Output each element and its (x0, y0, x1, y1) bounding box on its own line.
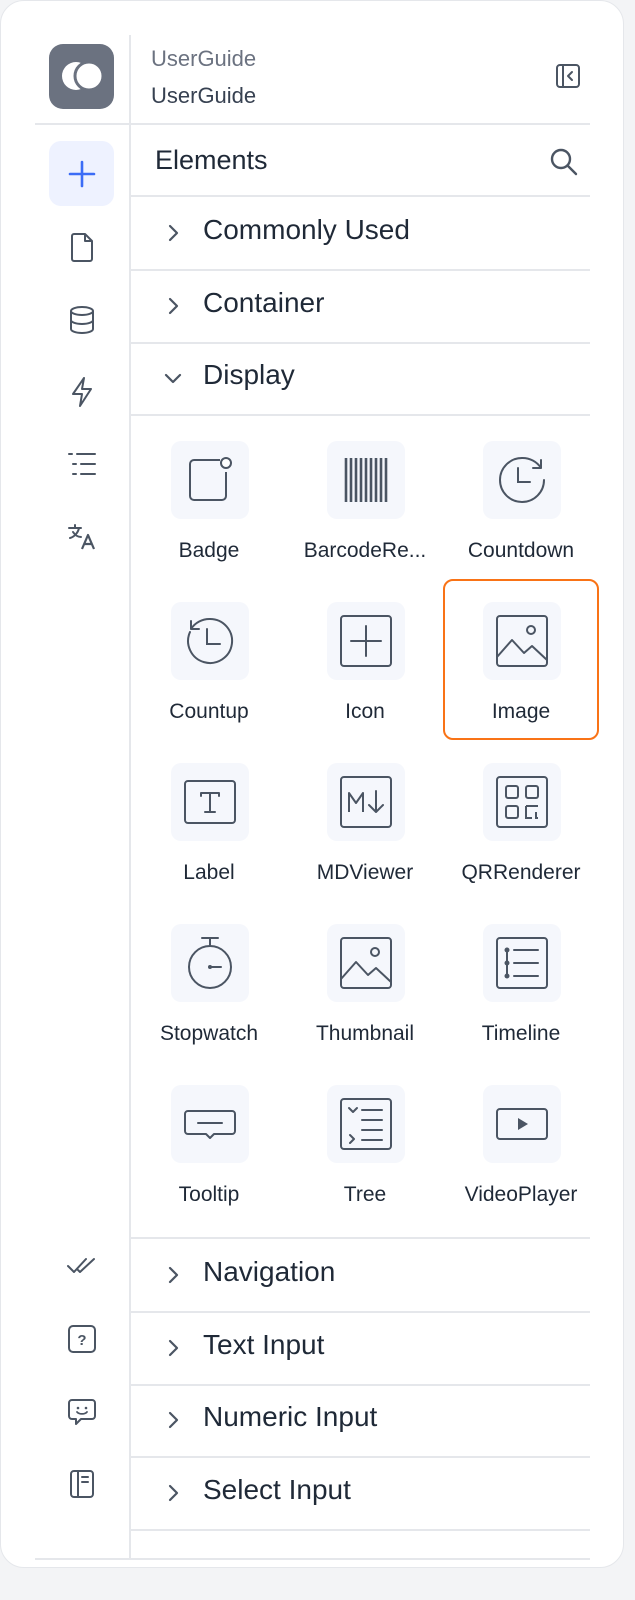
feedback-button[interactable] (49, 1379, 114, 1444)
countdown-icon (499, 456, 545, 503)
database-icon (69, 305, 94, 334)
tree-icon (340, 1098, 392, 1150)
panel-title: Elements (155, 145, 268, 175)
qr-code-icon (496, 776, 548, 828)
chevron-right-icon (168, 224, 179, 242)
element-label: MDViewer (316, 861, 414, 884)
chevron-right-icon (168, 1266, 179, 1284)
element-icon[interactable]: Icon (290, 602, 440, 752)
section-container[interactable]: Container (131, 270, 590, 344)
element-badge[interactable]: Badge (134, 441, 284, 591)
sidebar-collapse-icon (556, 64, 580, 88)
section-label: Navigation (203, 1256, 336, 1287)
element-label: Stopwatch (159, 1022, 259, 1045)
element-label: Timeline (481, 1022, 561, 1045)
element-label: Tree (343, 1183, 387, 1206)
section-label: Numeric Input (203, 1401, 378, 1432)
barcode-icon (344, 458, 388, 502)
markdown-icon (340, 776, 392, 828)
outline-button[interactable] (49, 431, 114, 496)
element-label: BarcodeRe... (303, 539, 427, 562)
element-label: Countup (169, 700, 249, 723)
help-button[interactable]: ? (49, 1306, 114, 1371)
timeline-icon (496, 937, 548, 989)
badge-icon (189, 457, 232, 501)
add-element-button[interactable] (49, 141, 114, 206)
search-button[interactable] (547, 145, 581, 179)
stopwatch-icon (188, 937, 232, 989)
tooltip-icon (184, 1110, 236, 1139)
element-video-player[interactable]: VideoPlayer (446, 1085, 596, 1235)
page-name: UserGuide (151, 83, 257, 108)
video-player-icon (496, 1108, 548, 1140)
element-tree[interactable]: Tree (290, 1085, 440, 1235)
collapse-panel-button[interactable] (553, 61, 583, 91)
feedback-icon (67, 1398, 96, 1425)
section-label: Select Input (203, 1474, 351, 1505)
section-text-input[interactable]: Text Input (131, 1312, 590, 1386)
element-label: Countdown (467, 539, 575, 562)
help-icon: ? (67, 1324, 96, 1353)
data-button[interactable] (49, 287, 114, 352)
element-label: Tooltip (178, 1183, 240, 1206)
element-qr-renderer[interactable]: QRRenderer (446, 763, 596, 913)
element-label: Label (183, 861, 235, 884)
section-select-input[interactable]: Select Input (131, 1457, 590, 1531)
section-display[interactable]: Display (131, 342, 590, 416)
pages-button[interactable] (49, 214, 114, 279)
section-numeric-input[interactable]: Numeric Input (131, 1384, 590, 1458)
search-icon (550, 148, 578, 176)
svg-text:?: ? (77, 1332, 86, 1349)
chevron-right-icon (168, 1484, 179, 1502)
review-button[interactable] (49, 1234, 114, 1299)
element-label: QRRenderer (461, 861, 581, 884)
docs-button[interactable] (49, 1451, 114, 1516)
element-label: Badge (178, 539, 240, 562)
app-name: UserGuide (151, 46, 257, 71)
footer-divider (35, 1558, 590, 1560)
docs-icon (69, 1469, 94, 1498)
section-navigation[interactable]: Navigation (131, 1239, 590, 1313)
elements-panel-frame: ? UserGuide UserGuide Elements Commonly … (0, 0, 624, 1568)
actions-button[interactable] (49, 359, 114, 424)
element-countdown[interactable]: Countdown (446, 441, 596, 591)
list-icon (67, 452, 96, 475)
element-timeline[interactable]: Timeline (446, 924, 596, 1074)
element-tooltip[interactable]: Tooltip (134, 1085, 284, 1235)
element-label: VideoPlayer (464, 1183, 578, 1206)
thumbnail-icon (340, 937, 392, 989)
countup-icon (187, 617, 234, 664)
chevron-right-icon (168, 1411, 179, 1429)
translate-icon (67, 523, 95, 549)
left-rail: ? (35, 35, 131, 1560)
app-logo[interactable] (49, 44, 114, 109)
selected-element-highlight (443, 579, 599, 740)
element-label[interactable]: Label (134, 763, 284, 913)
section-label: Commonly Used (203, 214, 410, 245)
element-barcode-renderer[interactable]: BarcodeRe... (290, 441, 440, 591)
chevron-right-icon (168, 297, 179, 315)
text-label-icon (184, 780, 236, 824)
page-icon (70, 232, 93, 262)
plus-icon (68, 160, 95, 187)
chevron-right-icon (168, 1339, 179, 1357)
element-countup[interactable]: Countup (134, 602, 284, 752)
element-thumbnail[interactable]: Thumbnail (290, 924, 440, 1074)
header-divider (35, 123, 590, 125)
section-label: Container (203, 287, 325, 318)
section-commonly-used[interactable]: Commonly Used (131, 197, 590, 271)
element-label: Thumbnail (315, 1022, 415, 1045)
element-stopwatch[interactable]: Stopwatch (134, 924, 284, 1074)
translation-button[interactable] (49, 504, 114, 569)
double-check-icon (66, 1257, 95, 1273)
section-label: Display (203, 359, 295, 390)
plus-square-icon (340, 615, 392, 667)
chevron-down-icon (164, 373, 182, 384)
section-label: Text Input (203, 1329, 325, 1360)
lightning-icon (71, 376, 92, 407)
element-label: Icon (345, 700, 385, 723)
element-md-viewer[interactable]: MDViewer (290, 763, 440, 913)
